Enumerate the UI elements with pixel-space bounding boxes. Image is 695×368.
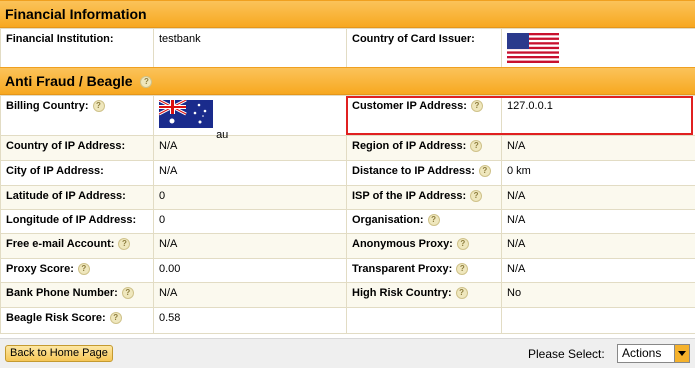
table-row: Longitude of IP Address: 0 Organisation:? N…: [0, 209, 695, 234]
field-label: Proxy Score:: [6, 263, 74, 275]
table-row: Proxy Score:? 0.00 Transparent Proxy:? N/A: [0, 258, 695, 283]
left-label-cell: Bank Phone Number:?: [0, 282, 154, 308]
help-icon[interactable]: ?: [92, 100, 105, 113]
left-value-cell: 0.58: [153, 307, 347, 334]
field-label: Organisation:: [352, 214, 424, 226]
antifraud-header: Anti Fraud / Beagle ?: [0, 67, 695, 95]
financial-institution-value: testbank: [153, 28, 347, 71]
field-label: Region of IP Address:: [352, 140, 467, 152]
right-value-cell: N/A: [501, 185, 695, 210]
back-to-home-button[interactable]: Back to Home Page: [5, 345, 113, 362]
customer-ip-label: Customer IP Address:?: [346, 95, 502, 136]
customer-ip-value: 127.0.0.1: [501, 95, 695, 136]
antifraud-table: Billing Country:? au Customer IP Address…: [0, 95, 695, 334]
field-label: Anonymous Proxy:: [352, 238, 453, 250]
help-icon[interactable]: ?: [456, 238, 469, 251]
help-icon[interactable]: ?: [455, 287, 468, 300]
left-value-cell: 0: [153, 209, 347, 234]
footer-bar: Back to Home Page Please Select: Actions: [0, 338, 695, 368]
help-icon[interactable]: ?: [77, 263, 90, 276]
field-label: Longitude of IP Address:: [6, 214, 137, 226]
field-label: City of IP Address:: [6, 165, 104, 177]
table-row: Latitude of IP Address: 0 ISP of the IP Ad…: [0, 185, 695, 210]
field-label: Latitude of IP Address:: [6, 190, 126, 202]
au-flag-icon: [158, 98, 213, 131]
table-row: Bank Phone Number:? N/A High Risk Country:…: [0, 282, 695, 308]
right-value-cell: [501, 307, 695, 334]
table-row: Beagle Risk Score:? 0.58: [0, 307, 695, 334]
right-label-cell: Organisation:?: [346, 209, 502, 234]
help-icon[interactable]: ?: [427, 214, 440, 227]
left-label-cell: City of IP Address:: [0, 160, 154, 186]
left-label-cell: Proxy Score:?: [0, 258, 154, 283]
right-label-cell: Region of IP Address:?: [346, 135, 502, 161]
right-label-cell: [346, 307, 502, 334]
help-icon[interactable]: ?: [121, 287, 134, 300]
help-icon[interactable]: ?: [456, 263, 469, 276]
right-value-cell: N/A: [501, 258, 695, 283]
financial-info-table: Financial Institution: testbank Country …: [0, 28, 695, 71]
right-value-cell: 0 km: [501, 160, 695, 186]
field-label: ISP of the IP Address:: [352, 190, 467, 202]
left-label-cell: Longitude of IP Address:: [0, 209, 154, 234]
right-label-cell: Distance to IP Address:?: [346, 160, 502, 186]
table-row: Country of IP Address: N/A Region of IP Ad…: [0, 135, 695, 161]
field-label: Beagle Risk Score:: [6, 312, 106, 324]
field-label: Transparent Proxy:: [352, 263, 453, 275]
left-value-cell: N/A: [153, 233, 347, 259]
left-value-cell: N/A: [153, 160, 347, 186]
field-label: High Risk Country:: [352, 287, 452, 299]
actions-select[interactable]: Actions: [617, 344, 690, 363]
actions-select-value: Actions: [622, 346, 662, 360]
help-icon[interactable]: ?: [470, 190, 483, 203]
chevron-down-icon[interactable]: [674, 345, 689, 362]
table-row: City of IP Address: N/A Distance to IP Add…: [0, 160, 695, 186]
right-value-cell: No: [501, 282, 695, 308]
help-icon[interactable]: ?: [470, 100, 483, 113]
billing-country-value: au: [153, 95, 347, 141]
right-value-cell: N/A: [501, 209, 695, 234]
financial-info-header: Financial Information: [0, 0, 695, 28]
help-icon[interactable]: ?: [140, 76, 153, 89]
field-label: Distance to IP Address:: [352, 165, 475, 177]
right-value-cell: N/A: [501, 135, 695, 161]
right-label-cell: Transparent Proxy:?: [346, 258, 502, 283]
left-value-cell: 0.00: [153, 258, 347, 283]
help-icon[interactable]: ?: [109, 312, 122, 325]
left-label-cell: Country of IP Address:: [0, 135, 154, 161]
help-icon[interactable]: ?: [470, 140, 483, 153]
financial-institution-label: Financial Institution:: [0, 28, 154, 71]
right-label-cell: High Risk Country:?: [346, 282, 502, 308]
left-label-cell: Beagle Risk Score:?: [0, 307, 154, 334]
right-value-cell: N/A: [501, 233, 695, 259]
right-label-cell: Anonymous Proxy:?: [346, 233, 502, 259]
table-row: Free e-mail Account:? N/A Anonymous Proxy:…: [0, 233, 695, 259]
left-value-cell: N/A: [153, 135, 347, 161]
us-flag-icon: [507, 33, 559, 66]
left-label-cell: Free e-mail Account:?: [0, 233, 154, 259]
financial-info-title: Financial Information: [5, 6, 147, 22]
field-label: Bank Phone Number:: [6, 287, 118, 299]
right-label-cell: ISP of the IP Address:?: [346, 185, 502, 210]
please-select-label: Please Select:: [528, 347, 605, 361]
field-label: Free e-mail Account:: [6, 238, 115, 250]
field-label: Country of IP Address:: [6, 140, 126, 152]
help-icon[interactable]: ?: [478, 165, 491, 178]
left-value-cell: N/A: [153, 282, 347, 308]
left-value-cell: 0: [153, 185, 347, 210]
help-icon[interactable]: ?: [118, 238, 131, 251]
country-issuer-label: Country of Card Issuer:: [346, 28, 502, 71]
left-label-cell: Latitude of IP Address:: [0, 185, 154, 210]
antifraud-title: Anti Fraud / Beagle: [5, 73, 133, 89]
billing-country-code: au: [216, 129, 229, 141]
country-issuer-value: [501, 28, 695, 71]
billing-country-label: Billing Country:?: [0, 95, 154, 136]
